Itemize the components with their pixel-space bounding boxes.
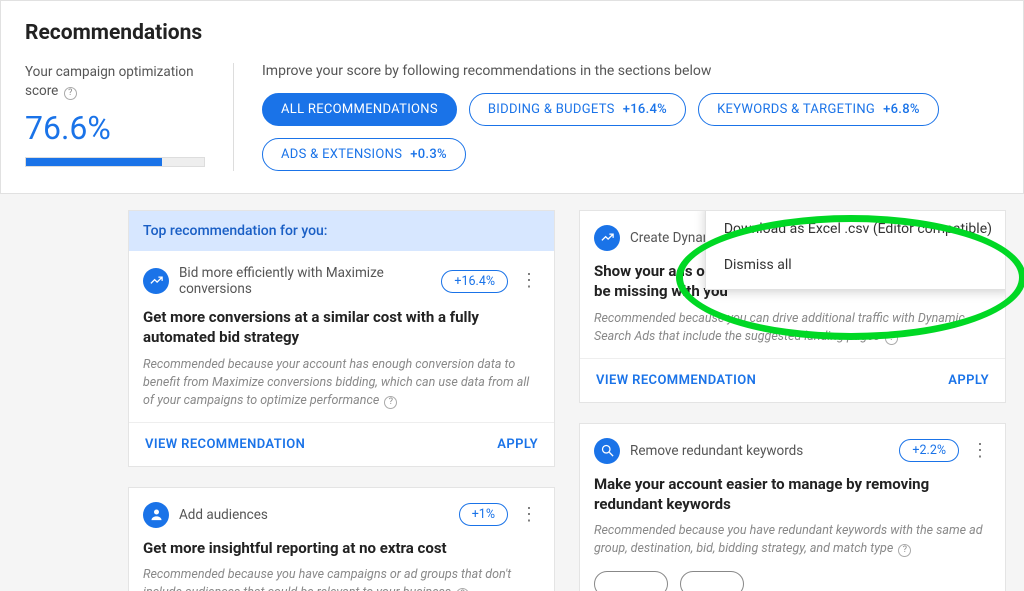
apply-button[interactable]: APPLY: [948, 373, 989, 388]
add-audiences-card: Add audiences +1% ⋮ Get more insightful …: [128, 487, 555, 591]
score-label: Your campaign optimization score ?: [25, 63, 205, 101]
top-recommendation-banner: Top recommendation for you:: [129, 211, 554, 251]
dynamic-search-ads-card: Create Dynamic Show your ads on be missi…: [579, 210, 1006, 403]
card-head-title: Bid more efficiently with Maximize conve…: [179, 265, 431, 297]
filter-chip[interactable]: ADS & EXTENSIONS+0.3%: [262, 138, 466, 171]
card-head-title: Add audiences: [179, 507, 449, 523]
keyword-pill[interactable]: [680, 571, 745, 591]
top-recommendation-card: Top recommendation for you: Bid more eff…: [128, 210, 555, 467]
more-menu-popup: Download as Excel .csv (Editor compatibl…: [705, 210, 1006, 290]
help-icon[interactable]: ?: [898, 544, 911, 557]
help-icon[interactable]: ?: [885, 332, 898, 345]
redundant-keywords-card: Remove redundant keywords +2.2% ⋮ Make y…: [579, 423, 1006, 591]
uplift-badge: +2.2%: [899, 439, 959, 462]
person-icon: [143, 502, 169, 528]
help-icon[interactable]: ?: [64, 87, 77, 100]
keyword-pill[interactable]: [594, 571, 668, 591]
card-desc: Recommended because your account has eno…: [143, 356, 540, 410]
download-csv-option[interactable]: Download as Excel .csv (Editor compatibl…: [706, 211, 1006, 247]
recommendations-header: Recommendations Your campaign optimizati…: [0, 0, 1024, 194]
trend-icon: [143, 268, 169, 294]
filter-chip[interactable]: ALL RECOMMENDATIONS: [262, 93, 457, 126]
card-desc: Recommended because you have redundant k…: [594, 522, 991, 558]
page-title: Recommendations: [25, 21, 999, 45]
help-icon[interactable]: ?: [384, 396, 397, 409]
card-head-title: Remove redundant keywords: [630, 443, 889, 459]
view-recommendation-link[interactable]: VIEW RECOMMENDATION: [145, 437, 305, 452]
trend-icon: [594, 225, 620, 251]
view-recommendation-link[interactable]: VIEW RECOMMENDATION: [596, 373, 756, 388]
dismiss-all-option[interactable]: Dismiss all: [706, 247, 1006, 283]
card-main-title: Make your account easier to manage by re…: [594, 474, 991, 515]
card-main-title: Get more insightful reporting at no extr…: [143, 538, 540, 558]
filters-block: Improve your score by following recommen…: [262, 63, 999, 171]
more-menu-icon[interactable]: ⋮: [969, 442, 991, 460]
score-value: 76.6%: [25, 109, 205, 147]
optimization-score-block: Your campaign optimization score ? 76.6%: [25, 63, 205, 171]
card-desc: Recommended because you can drive additi…: [594, 310, 991, 346]
uplift-badge: +16.4%: [441, 270, 508, 293]
score-progress-bar: [25, 157, 205, 167]
card-desc: Recommended because you have campaigns o…: [143, 566, 540, 591]
filter-chips: ALL RECOMMENDATIONS BIDDING & BUDGETS+16.…: [262, 93, 999, 171]
more-menu-icon[interactable]: ⋮: [518, 506, 540, 524]
filter-chip[interactable]: BIDDING & BUDGETS+16.4%: [469, 93, 686, 126]
filters-intro: Improve your score by following recommen…: [262, 63, 999, 79]
card-main-title: Get more conversions at a similar cost w…: [143, 307, 540, 348]
search-icon: [594, 438, 620, 464]
apply-button[interactable]: APPLY: [497, 437, 538, 452]
filter-chip[interactable]: KEYWORDS & TARGETING+6.8%: [698, 93, 939, 126]
more-menu-icon[interactable]: ⋮: [518, 272, 540, 290]
uplift-badge: +1%: [459, 503, 508, 526]
